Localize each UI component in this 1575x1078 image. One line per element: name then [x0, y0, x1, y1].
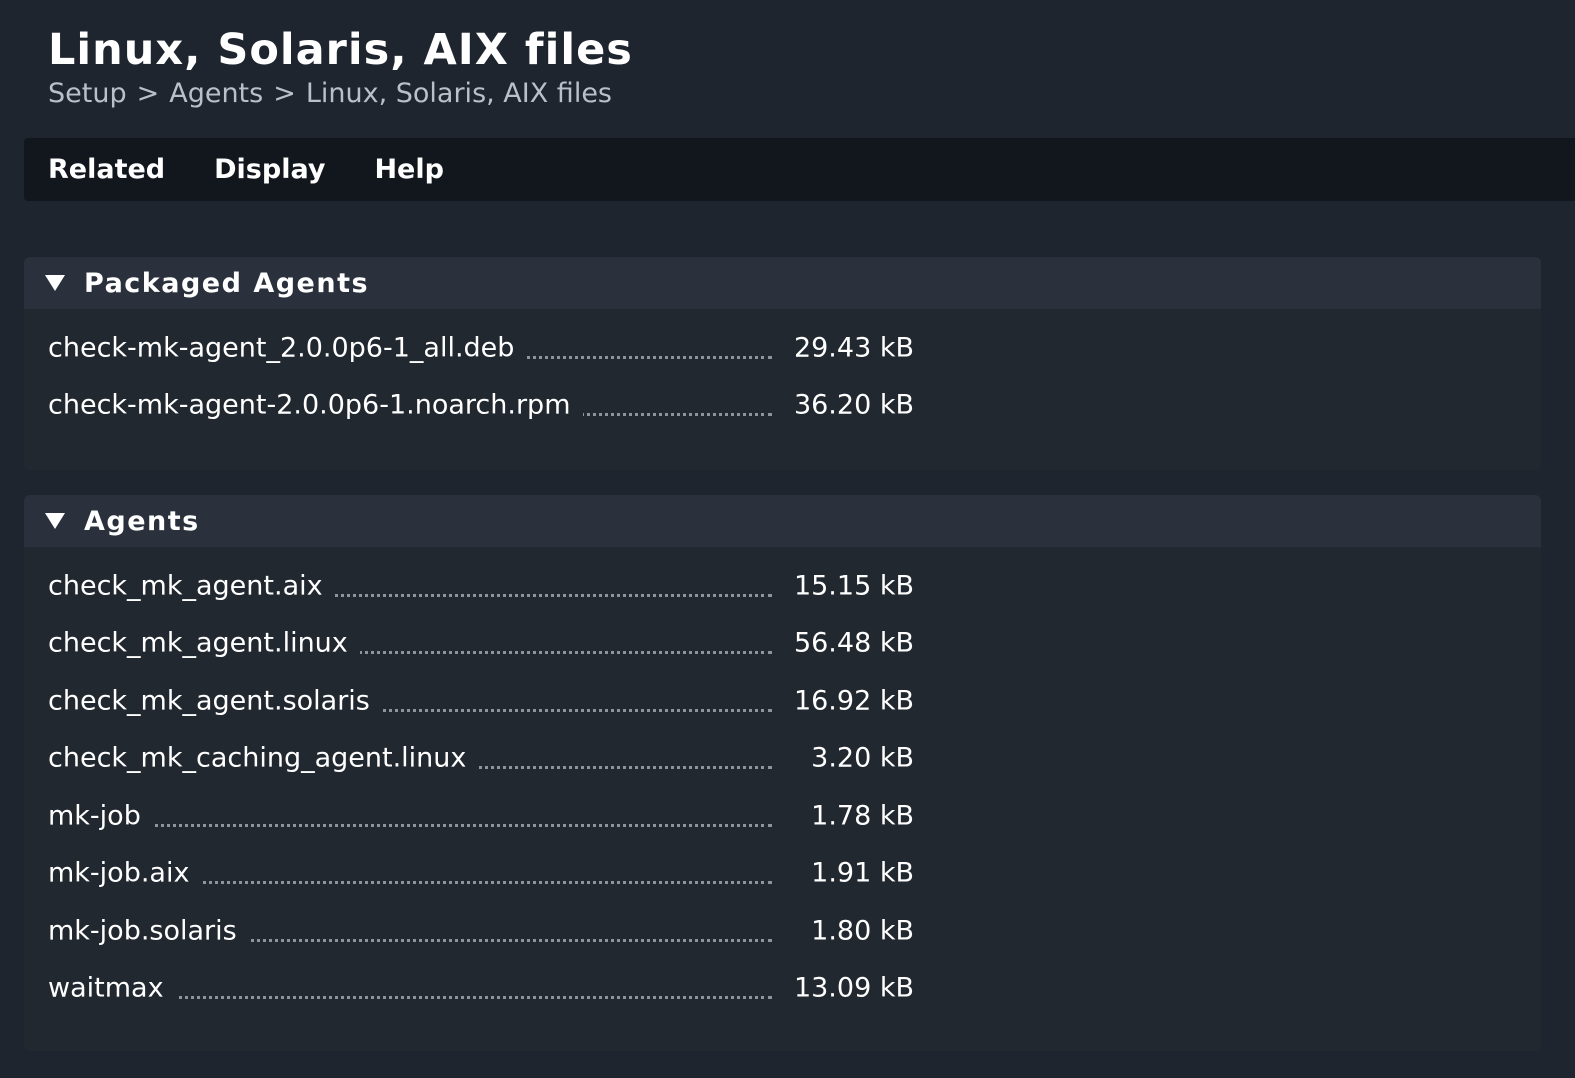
file-download-link[interactable]: mk-job — [48, 800, 153, 832]
file-size: 56.48 kB — [793, 627, 914, 659]
file-size: 29.43 kB — [793, 332, 914, 364]
file-row: check_mk_agent.solaris 16.92 kB — [24, 672, 1541, 730]
breadcrumb-separator: > — [273, 78, 296, 109]
breadcrumb-current[interactable]: Linux, Solaris, AIX files — [306, 78, 612, 110]
file-size: 1.91 kB — [811, 857, 914, 889]
file-download-link[interactable]: mk-job.solaris — [48, 915, 249, 947]
file-row: mk-job.solaris 1.80 kB — [24, 902, 1541, 960]
file-download-link[interactable]: check-mk-agent-2.0.0p6-1.noarch.rpm — [48, 389, 583, 421]
page-title: Linux, Solaris, AIX files — [48, 25, 633, 75]
file-download-link[interactable]: check_mk_caching_agent.linux — [48, 742, 479, 774]
menu-display[interactable]: Display — [214, 154, 325, 185]
file-size: 15.15 kB — [793, 570, 914, 602]
file-size: 1.78 kB — [811, 800, 914, 832]
file-list: check_mk_agent.aix 15.15 kB check_mk_age… — [24, 547, 1541, 1017]
packaged-agents-section: Packaged Agents check-mk-agent_2.0.0p6-1… — [24, 257, 1541, 470]
file-download-link[interactable]: mk-job.aix — [48, 857, 202, 889]
file-download-link[interactable]: waitmax — [48, 972, 176, 1004]
file-download-link[interactable]: check-mk-agent_2.0.0p6-1_all.deb — [48, 332, 527, 364]
file-row: waitmax 13.09 kB — [24, 960, 1541, 1018]
file-row: check_mk_agent.linux 56.48 kB — [24, 615, 1541, 673]
file-row: check_mk_caching_agent.linux 3.20 kB — [24, 730, 1541, 788]
agents-section: Agents check_mk_agent.aix 15.15 kB check… — [24, 495, 1541, 1051]
dotted-leader — [64, 823, 772, 827]
file-row: check-mk-agent-2.0.0p6-1.noarch.rpm 36.2… — [24, 377, 1541, 435]
agents-header[interactable]: Agents — [24, 495, 1541, 547]
file-size: 16.92 kB — [793, 685, 914, 717]
breadcrumb-separator: > — [136, 78, 160, 109]
collapse-triangle-icon — [45, 513, 65, 529]
packaged-agents-header[interactable]: Packaged Agents — [24, 257, 1541, 309]
file-row: mk-job 1.78 kB — [24, 787, 1541, 845]
page: Linux, Solaris, AIX files Setup > Agents… — [0, 0, 1575, 1078]
file-row: check-mk-agent_2.0.0p6-1_all.deb 29.43 k… — [24, 319, 1541, 377]
page-menu-bar: Related Display Help — [24, 138, 1575, 201]
section-title: Packaged Agents — [84, 267, 370, 299]
collapse-triangle-icon — [45, 275, 65, 291]
file-size: 36.20 kB — [793, 389, 914, 421]
menu-related[interactable]: Related — [48, 154, 165, 185]
file-download-link[interactable]: check_mk_agent.linux — [48, 627, 360, 659]
breadcrumb-setup[interactable]: Setup — [48, 78, 127, 110]
breadcrumb-agents[interactable]: Agents — [169, 78, 263, 110]
file-download-link[interactable]: check_mk_agent.solaris — [48, 685, 382, 717]
breadcrumb: Setup > Agents > Linux, Solaris, AIX fil… — [48, 78, 612, 110]
file-download-link[interactable]: check_mk_agent.aix — [48, 570, 335, 602]
file-row: mk-job.aix 1.91 kB — [24, 845, 1541, 903]
file-size: 3.20 kB — [811, 742, 914, 774]
section-title: Agents — [84, 505, 200, 537]
menu-help[interactable]: Help — [374, 154, 444, 185]
file-row: check_mk_agent.aix 15.15 kB — [24, 557, 1541, 615]
file-list: check-mk-agent_2.0.0p6-1_all.deb 29.43 k… — [24, 309, 1541, 434]
file-size: 1.80 kB — [811, 915, 914, 947]
file-size: 13.09 kB — [793, 972, 914, 1004]
